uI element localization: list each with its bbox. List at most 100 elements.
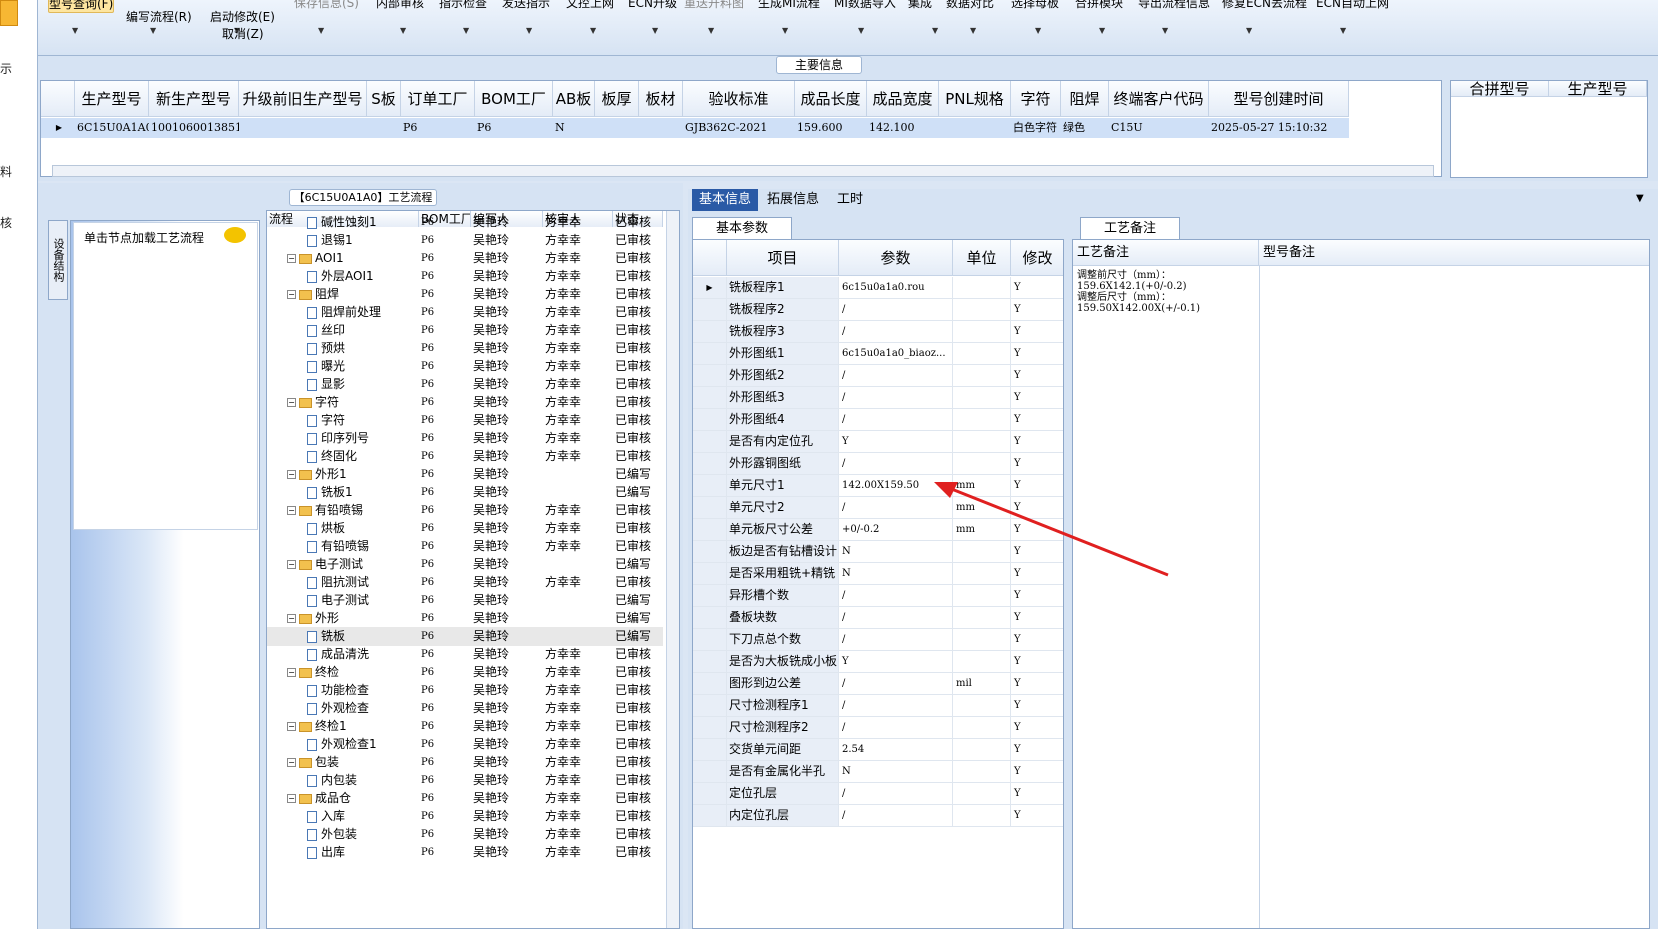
toolbar-dropdown-arrow-12[interactable]: ▼ <box>858 26 864 35</box>
param-row[interactable]: ▶ 铣板程序1 6c15u0a1a0.rou Y <box>693 277 1063 299</box>
param-row[interactable]: 下刀点总个数 / Y <box>693 629 1063 651</box>
collapse-icon[interactable]: − <box>287 794 296 803</box>
tree-row[interactable]: 铣板1 P6 吴艳玲 已编写 <box>267 483 663 502</box>
param-value-cell[interactable]: / <box>839 695 953 716</box>
param-value-cell[interactable]: / <box>839 409 953 430</box>
model-grid-cell-11[interactable]: 142.100 <box>867 118 939 138</box>
tree-row[interactable]: − 成品仓 P6 吴艳玲 方幸幸 已审核 <box>267 789 663 808</box>
tree-node-cell[interactable]: − 字符 <box>287 393 417 412</box>
param-modify-cell[interactable]: Y <box>1011 607 1063 628</box>
tree-row[interactable]: 外层AOI1 P6 吴艳玲 方幸幸 已审核 <box>267 267 663 286</box>
collapse-icon[interactable]: − <box>287 668 296 677</box>
param-unit-cell[interactable] <box>953 387 1011 408</box>
subtab-process-notes[interactable]: 工艺备注 <box>1080 217 1180 239</box>
tree-node-cell[interactable]: − AOI1 <box>287 249 417 268</box>
subtab-basic-params[interactable]: 基本参数 <box>692 217 792 239</box>
param-row[interactable]: 铣板程序2/ Y <box>693 299 1063 321</box>
param-row[interactable]: 异形槽个数 / Y <box>693 585 1063 607</box>
param-value-cell[interactable]: 2.54 <box>839 739 953 760</box>
tree-node-cell[interactable]: 外观检查1 <box>307 735 437 754</box>
tree-row[interactable]: 印序列号 P6 吴艳玲 方幸幸 已审核 <box>267 429 663 448</box>
tab-work-hours[interactable]: 工时 <box>830 189 870 211</box>
param-modify-cell[interactable]: Y <box>1011 761 1063 782</box>
collapse-icon[interactable]: − <box>287 722 296 731</box>
param-value-cell[interactable]: / <box>839 365 953 386</box>
tree-row[interactable]: − 包装 P6 吴艳玲 方幸幸 已审核 <box>267 753 663 772</box>
model-grid-cell-1[interactable]: 10010600138513 <box>149 118 239 138</box>
tree-node-cell[interactable]: 入库 <box>307 807 437 826</box>
left-nav-selected-item[interactable] <box>0 0 18 26</box>
tree-node-cell[interactable]: 功能检查 <box>307 681 437 700</box>
toolbar-button-6[interactable]: 指示检查 <box>439 0 487 11</box>
param-modify-cell[interactable]: Y <box>1011 651 1063 672</box>
param-modify-cell[interactable]: Y <box>1011 629 1063 650</box>
tree-row[interactable]: 入库 P6 吴艳玲 方幸幸 已审核 <box>267 807 663 826</box>
left-nav-item-1[interactable]: 示 <box>0 60 12 77</box>
model-grid-cell-15[interactable]: C15U <box>1109 118 1209 138</box>
tree-node-cell[interactable]: 电子测试 <box>307 591 437 610</box>
param-modify-cell[interactable]: Y <box>1011 321 1063 342</box>
tree-row[interactable]: 阻抗测试 P6 吴艳玲 方幸幸 已审核 <box>267 573 663 592</box>
toolbar-dropdown-arrow-0[interactable]: ▼ <box>72 26 78 35</box>
param-unit-cell[interactable] <box>953 629 1011 650</box>
toolbar-button-4[interactable]: 保存信息(S) <box>294 0 359 11</box>
param-value-cell[interactable]: / <box>839 585 953 606</box>
param-row[interactable]: 交货单元间距 2.54 Y <box>693 739 1063 761</box>
tree-row[interactable]: 碱性蚀刻1 P6 吴艳玲 方幸幸 已审核 <box>267 213 663 232</box>
collapse-icon[interactable]: − <box>287 470 296 479</box>
param-value-cell[interactable]: / <box>839 783 953 804</box>
tree-row[interactable]: − 终检 P6 吴艳玲 方幸幸 已审核 <box>267 663 663 682</box>
param-modify-cell[interactable]: Y <box>1011 343 1063 364</box>
toolbar-button-14[interactable]: 数据对比 <box>946 0 994 11</box>
param-value-cell[interactable]: / <box>839 805 953 826</box>
tree-node-cell[interactable]: − 成品仓 <box>287 789 417 808</box>
tree-node-cell[interactable]: − 终检1 <box>287 717 417 736</box>
param-unit-cell[interactable] <box>953 343 1011 364</box>
toolbar-dropdown-arrow-15[interactable]: ▼ <box>1035 26 1041 35</box>
param-value-cell[interactable]: / <box>839 321 953 342</box>
model-grid-cell-7[interactable] <box>595 118 639 138</box>
model-grid-cell-10[interactable]: 159.600 <box>795 118 867 138</box>
param-row[interactable]: 外形图纸3/ Y <box>693 387 1063 409</box>
tree-node-cell[interactable]: 印序列号 <box>307 429 437 448</box>
collapse-icon[interactable]: − <box>287 254 296 263</box>
param-unit-cell[interactable] <box>953 277 1011 298</box>
param-row[interactable]: 外形图纸2/ Y <box>693 365 1063 387</box>
param-value-cell[interactable]: N <box>839 761 953 782</box>
collapse-icon[interactable]: − <box>287 290 296 299</box>
param-value-cell[interactable]: / <box>839 673 953 694</box>
param-value-cell[interactable]: / <box>839 629 953 650</box>
param-row[interactable]: 叠板块数 / Y <box>693 607 1063 629</box>
param-modify-cell[interactable]: Y <box>1011 717 1063 738</box>
param-unit-cell[interactable] <box>953 365 1011 386</box>
toolbar-dropdown-arrow-18[interactable]: ▼ <box>1246 26 1252 35</box>
model-grid-cell-8[interactable] <box>639 118 683 138</box>
param-row[interactable]: 图形到边公差 / mil Y <box>693 673 1063 695</box>
param-row[interactable]: 尺寸检测程序2/ Y <box>693 717 1063 739</box>
param-value-cell[interactable]: / <box>839 387 953 408</box>
tree-row[interactable]: 铣板 P6 吴艳玲 已编写 <box>267 627 663 646</box>
tree-row[interactable]: 外观检查 P6 吴艳玲 方幸幸 已审核 <box>267 699 663 718</box>
param-modify-cell[interactable]: Y <box>1011 695 1063 716</box>
toolbar-dropdown-arrow-4[interactable]: ▼ <box>318 26 324 35</box>
param-unit-cell[interactable] <box>953 717 1011 738</box>
param-modify-cell[interactable]: Y <box>1011 431 1063 452</box>
collapse-icon[interactable]: − <box>287 398 296 407</box>
toolbar-dropdown-arrow-13[interactable]: ▼ <box>932 26 938 35</box>
param-value-cell[interactable]: / <box>839 453 953 474</box>
param-row[interactable]: 铣板程序3/ Y <box>693 321 1063 343</box>
model-grid-hscrollbar[interactable] <box>52 165 1434 177</box>
tree-node-cell[interactable]: − 外形 <box>287 609 417 628</box>
left-nav-item-3[interactable]: 料 <box>0 163 12 180</box>
toolbar-button-16[interactable]: 合拼模块 <box>1075 0 1123 11</box>
param-unit-cell[interactable]: mil <box>953 673 1011 694</box>
param-unit-cell[interactable] <box>953 321 1011 342</box>
param-unit-cell[interactable] <box>953 739 1011 760</box>
node-hint-box[interactable]: 单击节点加载工艺流程 <box>73 222 258 530</box>
tree-row[interactable]: 外观检查1 P6 吴艳玲 方幸幸 已审核 <box>267 735 663 754</box>
tree-node-cell[interactable]: − 包装 <box>287 753 417 772</box>
param-row[interactable]: 尺寸检测程序1/ Y <box>693 695 1063 717</box>
collapse-icon[interactable]: − <box>287 614 296 623</box>
model-grid-cell-14[interactable]: 绿色 <box>1061 118 1109 138</box>
tree-row[interactable]: 出库 P6 吴艳玲 方幸幸 已审核 <box>267 843 663 862</box>
